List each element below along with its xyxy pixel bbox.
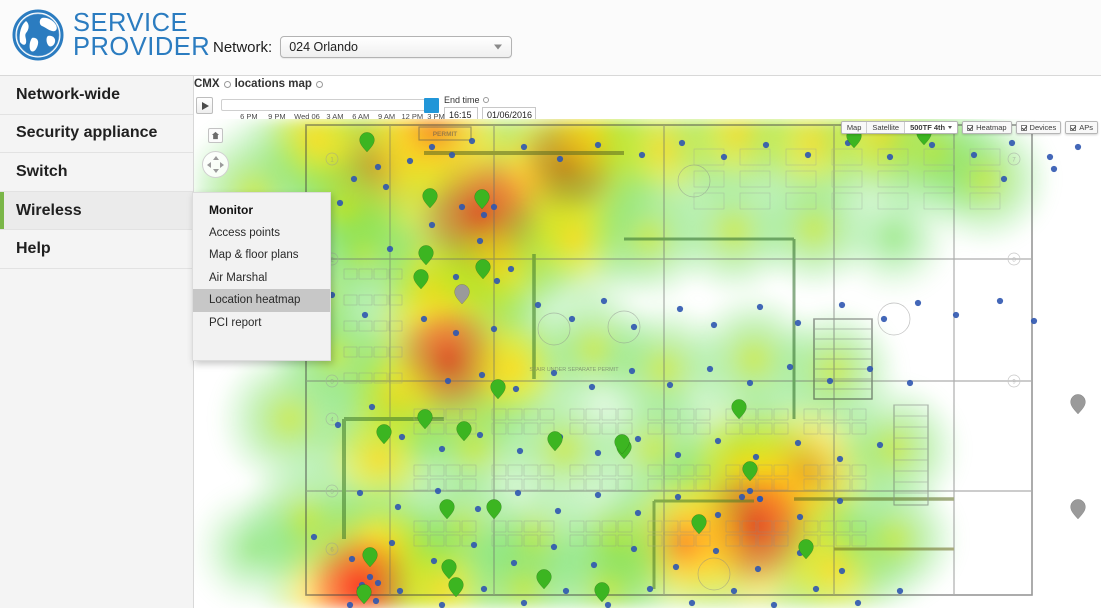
sidebar-item-label: Wireless [16, 201, 82, 219]
end-time-label: End time [444, 95, 480, 105]
menu-item-pci-report[interactable]: PCI report [193, 312, 330, 335]
menu-item-label: Access points [209, 226, 280, 239]
aps-label: APs [1079, 123, 1093, 132]
checkbox-icon [1020, 124, 1027, 131]
end-time-label-row: End time [444, 95, 536, 105]
brand-line-1: SERVICE [73, 9, 188, 37]
aps-checkbox[interactable]: APs [1066, 122, 1097, 133]
checkbox-icon [1070, 124, 1077, 131]
breadcrumb: CMX locations map [194, 78, 323, 90]
sidebar-item-switch[interactable]: Switch [0, 153, 193, 192]
gear-icon[interactable] [315, 80, 323, 88]
end-time-group: End time 16:15 01/06/2016 [444, 95, 536, 122]
menu-item-label: Location heatmap [209, 294, 301, 307]
network-select-value: 024 Orlando [289, 40, 358, 54]
chevron-down-icon [948, 126, 953, 129]
home-icon [211, 131, 220, 140]
map-view-buttons: Map Satellite 500TF 4th [840, 121, 959, 134]
network-selector-row: Network: 024 Orlando [213, 36, 513, 58]
menu-item-label: PCI report [209, 316, 262, 329]
sidebar-item-wireless[interactable]: Wireless [0, 191, 193, 231]
layer-toggle-heatmap: Heatmap [962, 121, 1012, 134]
globe-icon [12, 9, 64, 61]
pan-right-icon[interactable] [220, 161, 224, 168]
map-controls: Map Satellite 500TF 4th Heatmap Devices [840, 121, 1098, 134]
menu-item-label: Monitor [209, 203, 253, 218]
sidebar-item-label: Security appliance [16, 124, 158, 142]
menu-item-access-points[interactable]: Access points [193, 222, 330, 245]
time-slider-track[interactable] [221, 98, 439, 113]
top-bar: SERVICE PROVIDER Network: 024 Orlando [0, 0, 1101, 76]
menu-item-map-floor-plans[interactable]: Map & floor plans [193, 244, 330, 267]
breadcrumb-app: CMX [194, 78, 220, 90]
chevron-down-icon [494, 44, 503, 50]
floor-select-label: 500TF 4th [910, 123, 946, 132]
floor-select-button[interactable]: 500TF 4th [904, 122, 958, 133]
sidebar-item-network-wide[interactable]: Network-wide [0, 76, 193, 115]
gear-icon[interactable] [482, 97, 489, 103]
devices-checkbox[interactable]: Devices [1016, 122, 1061, 133]
brand-logo[interactable]: SERVICE PROVIDER [12, 9, 210, 61]
network-label: Network: [213, 38, 273, 56]
layer-toggle-devices: Devices [1015, 121, 1062, 134]
checkbox-icon [967, 124, 974, 131]
map-view-button[interactable]: Map [841, 122, 867, 133]
pan-up-icon[interactable] [212, 156, 219, 160]
breadcrumb-page[interactable]: locations map [235, 78, 312, 90]
wireless-dropdown-menu: Monitor Access points Map & floor plans … [192, 192, 331, 361]
menu-header-monitor: Monitor [193, 199, 330, 222]
brand-text: SERVICE PROVIDER [73, 9, 211, 61]
pan-down-icon[interactable] [212, 169, 219, 173]
network-select[interactable]: 024 Orlando [280, 36, 513, 58]
pan-control[interactable] [202, 151, 229, 178]
heatmap-label: Heatmap [976, 123, 1007, 132]
heatmap-checkbox[interactable]: Heatmap [963, 122, 1011, 133]
menu-item-label: Map & floor plans [209, 249, 299, 262]
satellite-view-button[interactable]: Satellite [866, 122, 905, 133]
layer-toggle-aps: APs [1065, 121, 1098, 134]
sidebar-item-label: Switch [16, 162, 68, 180]
sidebar-item-security-appliance[interactable]: Security appliance [0, 114, 193, 154]
sidebar-item-label: Network-wide [16, 85, 121, 103]
devices-label: Devices [1029, 123, 1057, 132]
gear-icon[interactable] [223, 80, 231, 88]
time-slider-handle[interactable] [424, 98, 439, 113]
play-icon [202, 101, 209, 110]
pan-left-icon[interactable] [207, 161, 211, 168]
play-button[interactable] [196, 97, 213, 114]
menu-item-location-heatmap[interactable]: Location heatmap [193, 289, 330, 312]
home-button[interactable] [208, 128, 223, 143]
sidebar-item-help[interactable]: Help [0, 230, 193, 269]
menu-item-label: Air Marshal [209, 271, 268, 284]
menu-item-air-marshal[interactable]: Air Marshal [193, 267, 330, 290]
sidebar-nav: Network-wide Security appliance Switch W… [0, 76, 194, 608]
sidebar-item-label: Help [16, 240, 51, 258]
brand-line-2: PROVIDER [73, 33, 211, 61]
